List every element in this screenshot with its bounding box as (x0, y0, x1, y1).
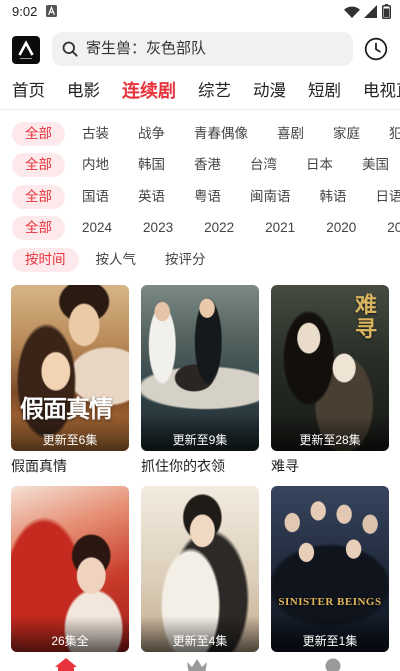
filter-selected-pill[interactable]: 全部 (12, 153, 65, 177)
poster-art-title: SINISTER BEINGS (278, 596, 382, 608)
show-card[interactable]: SINISTER BEINGS 更新至1集 (271, 486, 389, 652)
crown-icon[interactable] (186, 658, 208, 671)
show-title[interactable]: 抓住你的衣领 (141, 456, 259, 476)
bottom-nav (0, 653, 400, 671)
search-icon (62, 41, 78, 57)
filter-selected-pill[interactable]: 全部 (12, 216, 65, 240)
filter-option[interactable]: 日语 (376, 185, 400, 209)
poster-art-title: 难寻 (351, 293, 377, 341)
tab-variety[interactable]: 综艺 (198, 78, 231, 104)
filter-option[interactable]: 2024 (82, 216, 112, 240)
filter-option[interactable]: 美国 (362, 153, 389, 177)
episode-badge: 26集全 (51, 634, 89, 648)
category-tabs: 首页 电影 连续剧 综艺 动漫 短剧 电视直 (0, 78, 400, 104)
tab-live-tv[interactable]: 电视直 (363, 78, 400, 104)
filter-option[interactable]: 英语 (138, 185, 165, 209)
filter-option[interactable]: 2020 (326, 216, 356, 240)
episode-badge: 更新至6集 (42, 433, 98, 447)
filter-option[interactable]: 家庭 (333, 122, 360, 146)
episode-badge: 更新至28集 (299, 433, 361, 447)
filter-option[interactable]: 战争 (138, 122, 165, 146)
filter-option[interactable]: 犯 (389, 122, 400, 146)
episode-badge: 更新至9集 (172, 433, 228, 447)
filter-option[interactable]: 韩国 (138, 153, 165, 177)
search-bar[interactable]: 寄生兽：灰色部队 (52, 32, 353, 66)
poster-image: 26集全 (11, 486, 129, 652)
show-card[interactable]: 难寻 更新至28集 难寻 (271, 285, 389, 476)
filter-option[interactable]: 古装 (82, 122, 109, 146)
tabs-divider (0, 109, 400, 110)
a-notification-icon (46, 5, 57, 17)
user-icon[interactable] (322, 658, 344, 671)
poster-image: 难寻 更新至28集 (271, 285, 389, 451)
poster-image: 假面真情 更新至6集 (11, 285, 129, 451)
show-card[interactable]: 26集全 (11, 486, 129, 652)
filter-option[interactable]: 台湾 (250, 153, 277, 177)
sort-option[interactable]: 按人气 (96, 248, 137, 272)
filter-option[interactable]: 香港 (194, 153, 221, 177)
sort-option[interactable]: 按评分 (165, 248, 206, 272)
poster-image: SINISTER BEINGS 更新至1集 (271, 486, 389, 652)
history-clock-icon[interactable] (364, 37, 388, 61)
filter-row-sort: 按时间 按人气 按评分 (0, 248, 400, 272)
sort-selected-pill[interactable]: 按时间 (12, 248, 79, 272)
app-logo-icon[interactable] (12, 36, 40, 64)
filter-row-genre: 全部 古装 战争 青春偶像 喜剧 家庭 犯 (0, 122, 400, 146)
filter-option[interactable]: 2023 (143, 216, 173, 240)
filter-option[interactable]: 日本 (306, 153, 333, 177)
show-card[interactable]: 更新至4集 (141, 486, 259, 652)
episode-badge: 更新至4集 (172, 634, 228, 648)
show-title[interactable]: 假面真情 (11, 456, 129, 476)
filter-row-year: 全部 2024 2023 2022 2021 2020 20 (0, 216, 400, 240)
signal-icon (364, 5, 377, 18)
filter-row-region: 全部 内地 韩国 香港 台湾 日本 美国 (0, 153, 400, 177)
tab-movies[interactable]: 电影 (67, 78, 100, 104)
show-card[interactable]: 假面真情 更新至6集 假面真情 (11, 285, 129, 476)
battery-icon (382, 4, 391, 19)
filter-row-language: 全部 国语 英语 粤语 闽南语 韩语 日语 (0, 185, 400, 209)
show-title[interactable]: 难寻 (271, 456, 389, 476)
filter-option[interactable]: 20 (387, 216, 400, 240)
filter-option[interactable]: 闽南语 (250, 185, 291, 209)
tab-home[interactable]: 首页 (12, 78, 45, 104)
filter-option[interactable]: 粤语 (194, 185, 221, 209)
filter-option[interactable]: 2021 (265, 216, 295, 240)
filter-option[interactable]: 国语 (82, 185, 109, 209)
filter-option[interactable]: 喜剧 (277, 122, 304, 146)
filter-option[interactable]: 2022 (204, 216, 234, 240)
search-hint: 寄生兽：灰色部队 (86, 40, 207, 57)
tab-anime[interactable]: 动漫 (253, 78, 286, 104)
filter-selected-pill[interactable]: 全部 (12, 122, 65, 146)
tab-short-drama[interactable]: 短剧 (308, 78, 341, 104)
home-icon[interactable] (55, 658, 77, 671)
filter-option[interactable]: 青春偶像 (194, 122, 248, 146)
wifi-icon (344, 6, 360, 18)
status-bar: 9:02 (0, 0, 400, 24)
episode-badge: 更新至1集 (302, 634, 358, 648)
tab-series[interactable]: 连续剧 (122, 78, 176, 104)
status-time: 9:02 (12, 4, 38, 19)
filter-option[interactable]: 内地 (82, 153, 109, 177)
filter-option[interactable]: 韩语 (320, 185, 347, 209)
filter-selected-pill[interactable]: 全部 (12, 185, 65, 209)
poster-image: 更新至9集 (141, 285, 259, 451)
show-card[interactable]: 更新至9集 抓住你的衣领 (141, 285, 259, 476)
poster-image: 更新至4集 (141, 486, 259, 652)
